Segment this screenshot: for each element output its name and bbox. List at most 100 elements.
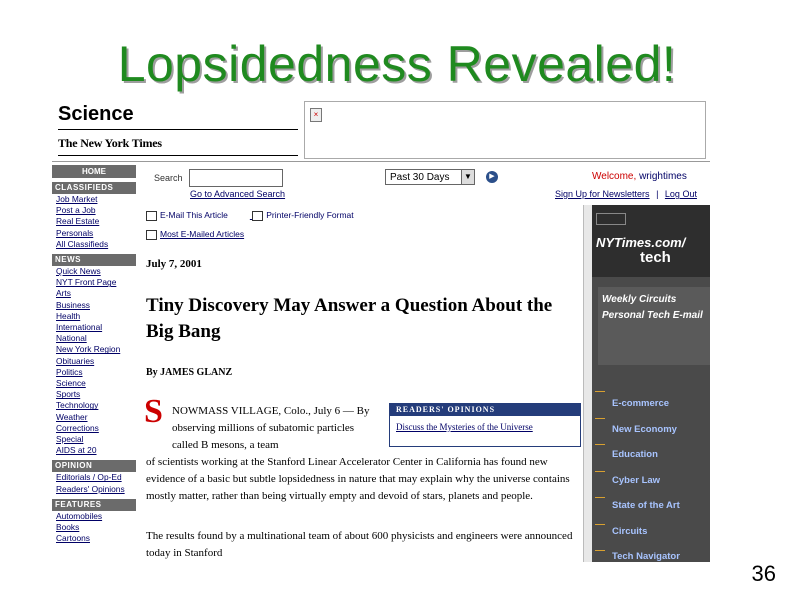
sidebar-nav: HOME CLASSIFIEDS Job Market Post a Job R… <box>52 165 136 562</box>
search-go-button[interactable]: ▶ <box>486 171 498 183</box>
sidebar-item-corrections[interactable]: Corrections <box>56 423 136 434</box>
sidebar-item-sports[interactable]: Sports <box>56 389 136 400</box>
section-title: Science <box>58 103 134 125</box>
tech-link-education[interactable]: Education <box>612 442 680 468</box>
tech-links-list: E-commerce New Economy Education Cyber L… <box>612 391 680 562</box>
tech-link-circuits[interactable]: Circuits <box>612 519 680 545</box>
tech-brand: NYTimes.com/ <box>596 235 686 250</box>
sidebar-item-quick-news[interactable]: Quick News <box>56 266 136 277</box>
sidebar-item-weather[interactable]: Weather <box>56 412 136 423</box>
weekly-circuits-promo[interactable]: Weekly Circuits <box>602 294 676 305</box>
welcome-prefix: Welcome, <box>592 171 637 182</box>
tech-panel: NYTimes.com/ tech Weekly Circuits Person… <box>592 205 710 562</box>
welcome-message: Welcome, wrightimes <box>592 171 687 182</box>
link-separator: | <box>656 189 659 199</box>
sidebar-item-aids[interactable]: AIDS at 20 <box>56 445 136 456</box>
tech-link-ecommerce[interactable]: E-commerce <box>612 391 680 417</box>
scrollbar[interactable] <box>583 205 592 562</box>
sidebar-list-classifieds: Job Market Post a Job Real Estate Person… <box>52 194 136 250</box>
sidebar-heading-opinion: OPINION <box>52 460 136 473</box>
sidebar-item-health[interactable]: Health <box>56 311 136 322</box>
sidebar-item-all-classifieds[interactable]: All Classifieds <box>56 239 136 250</box>
account-links: Sign Up for Newsletters | Log Out <box>555 189 697 199</box>
drop-cap: S <box>144 393 163 430</box>
readers-opinions-box: READERS' OPINIONS Discuss the Mysteries … <box>389 403 581 447</box>
article-headline: Tiny Discovery May Answer a Question Abo… <box>146 295 553 342</box>
email-article-link[interactable]: E-Mail This Article <box>146 210 228 221</box>
ad-banner[interactable] <box>304 101 706 159</box>
marker <box>595 417 605 445</box>
sidebar-item-post-a-job[interactable]: Post a Job <box>56 205 136 216</box>
tech-link-new-economy[interactable]: New Economy <box>612 417 680 443</box>
chevron-down-icon[interactable]: ▼ <box>461 170 474 184</box>
divider <box>52 161 710 162</box>
sidebar-item-business[interactable]: Business <box>56 300 136 311</box>
marker <box>595 391 605 418</box>
marker <box>595 444 605 471</box>
sidebar-item-real-estate[interactable]: Real Estate <box>56 216 136 227</box>
personal-tech-promo[interactable]: Personal Tech E-mail <box>602 310 703 321</box>
sidebar-home-button[interactable]: HOME <box>52 165 136 178</box>
tech-link-navigator[interactable]: Tech Navigator <box>612 544 680 562</box>
tech-link-cyber-law[interactable]: Cyber Law <box>612 468 680 494</box>
sidebar-item-special[interactable]: Special <box>56 434 136 445</box>
sidebar-item-obituaries[interactable]: Obituaries <box>56 356 136 367</box>
search-label: Search <box>154 173 183 183</box>
sidebar-list-opinion: Editorials / Op-Ed Readers' Opinions <box>52 472 136 494</box>
print-article-link[interactable]: Printer-Friendly Format <box>252 210 354 221</box>
article-byline: By JAMES GLANZ <box>146 367 233 378</box>
sidebar-heading-features: FEATURES <box>52 498 136 511</box>
search-range-value: Past 30 Days <box>390 172 450 183</box>
sidebar-item-editorials[interactable]: Editorials / Op-Ed <box>56 472 136 483</box>
sidebar-item-books[interactable]: Books <box>56 522 136 533</box>
sidebar-item-international[interactable]: International <box>56 322 136 333</box>
search-range-select[interactable]: Past 30 Days ▼ <box>385 169 475 185</box>
logout-link[interactable]: Log Out <box>665 189 697 199</box>
sidebar-heading-classifieds: CLASSIFIEDS <box>52 182 136 194</box>
sidebar-item-science[interactable]: Science <box>56 378 136 389</box>
nyt-logo[interactable]: The New York Times <box>58 136 162 151</box>
readers-opinions-link[interactable]: Discuss the Mysteries of the Universe <box>390 416 580 438</box>
sidebar-heading-news: NEWS <box>52 254 136 267</box>
print-article-label: Printer-Friendly Format <box>266 210 354 220</box>
tech-item-markers <box>595 391 605 562</box>
divider <box>58 155 298 156</box>
sidebar-list-features: Automobiles Books Cartoons <box>52 511 136 545</box>
email-article-label: E-Mail This Article <box>160 210 228 220</box>
sidebar-item-front-page[interactable]: NYT Front Page <box>56 277 136 288</box>
sidebar-item-politics[interactable]: Politics <box>56 367 136 378</box>
sidebar-item-arts[interactable]: Arts <box>56 288 136 299</box>
broken-image-icon: × <box>310 108 322 122</box>
article: E-Mail This Article Printer-Friendly For… <box>144 205 584 562</box>
tech-link-state-of-the-art[interactable]: State of the Art <box>612 493 680 519</box>
screenshot-nytimes-page: Science The New York Times × HOME CLASSI… <box>52 97 710 562</box>
sidebar-item-job-market[interactable]: Job Market <box>56 194 136 205</box>
article-lead-wrapped: NOWMASS VILLAGE, Colo., July 6 — By obse… <box>172 405 370 451</box>
article-date: July 7, 2001 <box>146 258 202 270</box>
sidebar-item-cartoons[interactable]: Cartoons <box>56 533 136 544</box>
envelope-icon <box>146 210 157 221</box>
advanced-search-link[interactable]: Go to Advanced Search <box>190 189 285 199</box>
list-icon <box>146 229 157 240</box>
sidebar-item-national[interactable]: National <box>56 333 136 344</box>
sidebar-list-news: Quick News NYT Front Page Arts Business … <box>52 266 136 456</box>
tech-banner[interactable]: NYTimes.com/ tech <box>592 205 710 277</box>
username: wrightimes <box>639 171 687 182</box>
grid-decoration <box>596 213 626 225</box>
most-emailed-link[interactable]: Most E-Mailed Articles <box>146 229 354 240</box>
search-input[interactable] <box>189 169 283 187</box>
article-lead-full: of scientists working at the Stanford Li… <box>146 456 570 502</box>
tech-section-label: tech <box>640 249 671 266</box>
sidebar-item-technology[interactable]: Technology <box>56 400 136 411</box>
sidebar-item-automobiles[interactable]: Automobiles <box>56 511 136 522</box>
marker <box>595 523 605 551</box>
search-bar: Search Past 30 Days ▼ ▶ Go to Advanced S… <box>144 163 710 203</box>
marker <box>595 497 605 524</box>
newsletters-link[interactable]: Sign Up for Newsletters <box>555 189 650 199</box>
sidebar-item-ny-region[interactable]: New York Region <box>56 344 136 355</box>
sidebar-item-readers-opinions[interactable]: Readers' Opinions <box>56 484 136 495</box>
article-second-paragraph: The results found by a multinational tea… <box>146 530 573 559</box>
sidebar-item-personals[interactable]: Personals <box>56 228 136 239</box>
most-emailed-label: Most E-Mailed Articles <box>160 228 245 239</box>
printer-icon <box>252 210 264 221</box>
